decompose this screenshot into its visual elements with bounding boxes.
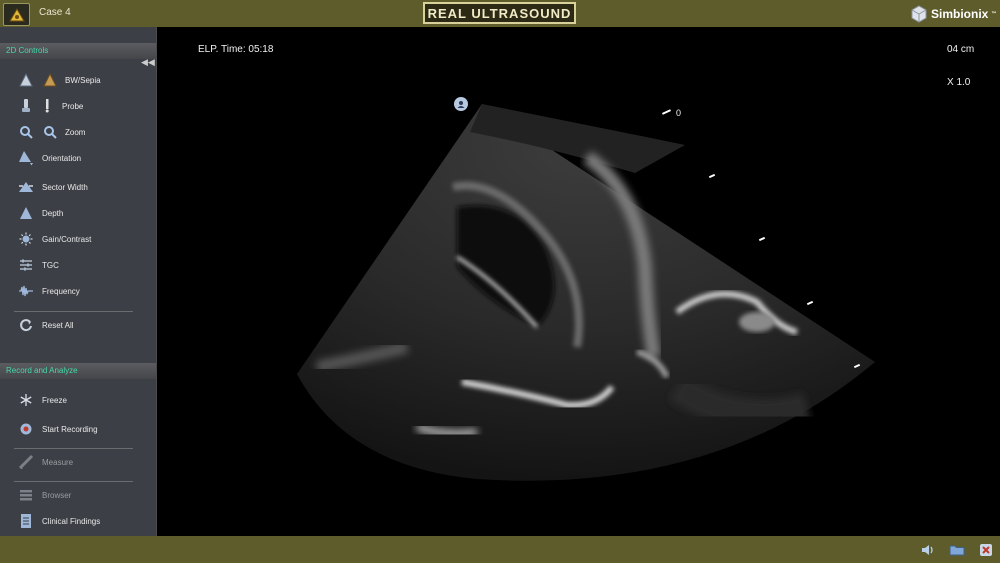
gain-contrast-icon[interactable] (18, 231, 34, 247)
zoom-in-icon[interactable] (18, 124, 34, 140)
sidebar-divider (14, 311, 133, 312)
top-bar: Case 4 REAL ULTRASOUND Simbionix ™ (0, 0, 1000, 27)
control-sector-width[interactable]: Sector Width (0, 177, 156, 197)
measure-icon (18, 454, 34, 470)
control-reset-all[interactable]: Reset All (0, 315, 156, 335)
control-depth[interactable]: Depth (0, 203, 156, 223)
vendor-logo: Simbionix ™ (910, 3, 996, 24)
probe-alt-icon[interactable] (39, 98, 55, 114)
tgc-label: TGC (42, 260, 59, 270)
control-freeze[interactable]: Freeze (0, 390, 156, 410)
probe-label: Probe (62, 101, 84, 111)
elapsed-time: ELP. Time: 05:18 (198, 44, 274, 55)
brand-logo: REAL ULTRASOUND (423, 2, 576, 24)
volume-icon[interactable] (919, 541, 937, 558)
depth-label: Depth (42, 208, 64, 218)
vendor-trademark: ™ (991, 10, 997, 17)
ultrasound-viewport[interactable]: ELP. Time: 05:18 04 cm X 1.0 0 (157, 27, 1000, 536)
record-icon[interactable] (18, 421, 34, 437)
sepia-icon[interactable] (42, 72, 58, 88)
app-logo-icon[interactable] (3, 3, 30, 26)
sidebar: ◀◀ 2D Controls BW/Sepia Probe Zoom Orien… (0, 27, 157, 536)
zoom-out-icon[interactable] (42, 124, 58, 140)
control-browser: Browser (0, 485, 156, 505)
orientation-icon[interactable] (18, 150, 34, 166)
vendor-name: Simbionix (931, 6, 989, 21)
control-zoom[interactable]: Zoom (0, 122, 156, 142)
orientation-marker-icon (454, 97, 468, 111)
depth-readout: 04 cm (947, 44, 975, 55)
sidebar-divider (14, 448, 133, 449)
control-tgc[interactable]: TGC (0, 255, 156, 275)
control-measure: Measure (0, 452, 156, 472)
folder-icon[interactable] (948, 541, 966, 558)
control-orientation[interactable]: Orientation (0, 148, 156, 168)
section-header-2d-controls: 2D Controls (0, 43, 156, 59)
sector-width-label: Sector Width (42, 182, 88, 192)
frequency-label: Frequency (42, 286, 80, 296)
clinical-findings-label: Clinical Findings (42, 516, 101, 526)
bw-icon[interactable] (18, 72, 34, 88)
control-frequency[interactable]: Frequency (0, 281, 156, 301)
sector-width-icon[interactable] (18, 179, 34, 195)
close-icon[interactable] (977, 541, 995, 558)
orientation-label: Orientation (42, 153, 82, 163)
clinical-findings-icon[interactable] (18, 513, 34, 529)
start-recording-label: Start Recording (42, 424, 98, 434)
vendor-cube-icon (911, 4, 927, 23)
reset-icon[interactable] (18, 317, 34, 333)
control-gain-contrast[interactable]: Gain/Contrast (0, 229, 156, 249)
control-start-recording[interactable]: Start Recording (0, 419, 156, 439)
measure-label: Measure (42, 457, 74, 467)
probe-icon[interactable] (18, 98, 34, 114)
scale-zero-label: 0 (676, 108, 682, 118)
control-probe[interactable]: Probe (0, 96, 156, 116)
bw-sepia-label: BW/Sepia (65, 75, 101, 85)
case-title: Case 4 (39, 7, 71, 18)
control-bw-sepia[interactable]: BW/Sepia (0, 70, 156, 90)
ultrasound-image (297, 104, 875, 481)
bottom-bar (0, 536, 1000, 563)
browser-icon (18, 487, 34, 503)
zoom-readout: X 1.0 (947, 77, 971, 88)
section-header-record-analyze: Record and Analyze (0, 363, 156, 379)
tgc-icon[interactable] (18, 257, 34, 273)
sidebar-divider (14, 481, 133, 482)
control-clinical-findings[interactable]: Clinical Findings (0, 511, 156, 531)
zoom-label: Zoom (65, 127, 86, 137)
collapse-sidebar-icon[interactable]: ◀◀ (141, 58, 155, 67)
browser-label: Browser (42, 490, 72, 500)
freeze-label: Freeze (42, 395, 67, 405)
gain-contrast-label: Gain/Contrast (42, 234, 92, 244)
freeze-icon[interactable] (18, 392, 34, 408)
reset-all-label: Reset All (42, 320, 74, 330)
frequency-icon[interactable] (18, 283, 34, 299)
depth-icon[interactable] (18, 205, 34, 221)
